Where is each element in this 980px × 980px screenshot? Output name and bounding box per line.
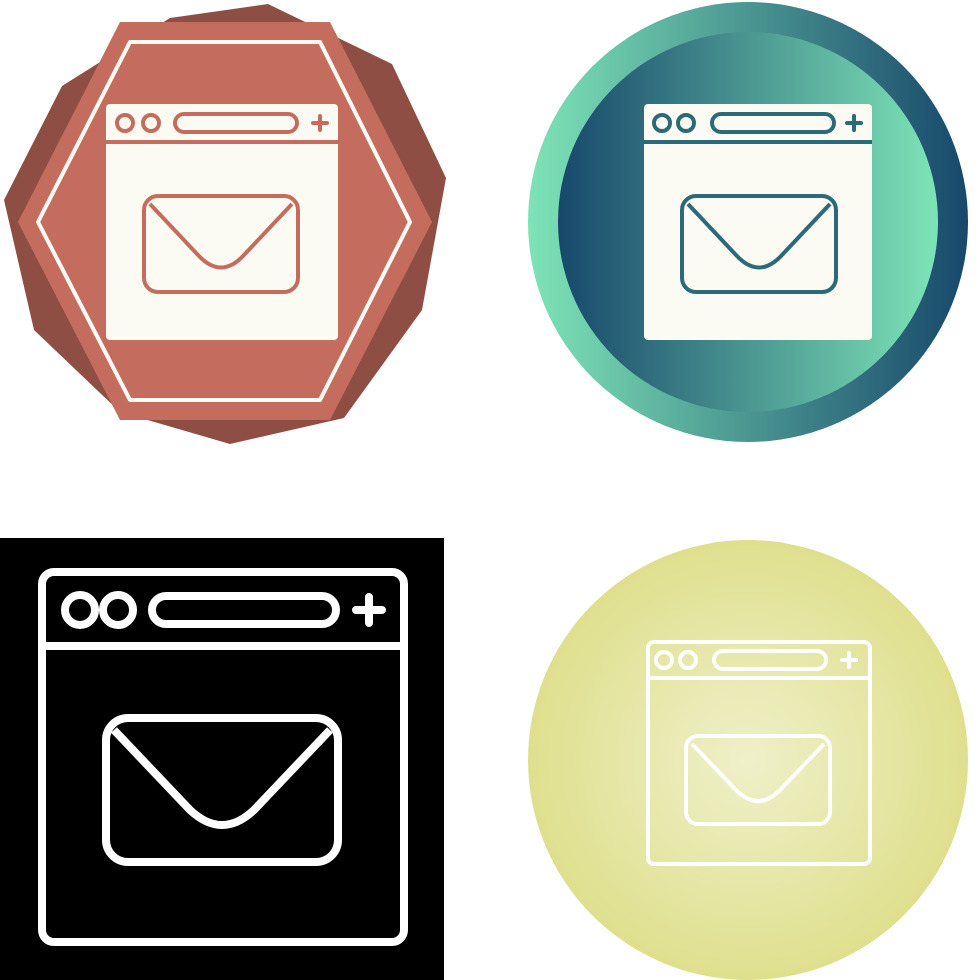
icon-variant-gradient-circle [490, 0, 980, 490]
background-circle [528, 540, 968, 980]
icon-variant-line-circle [490, 490, 980, 980]
browser-mail-line-icon [528, 540, 968, 980]
icon-variant-badge [0, 0, 490, 490]
browser-mail-badge-icon [4, 4, 446, 444]
browser-window-icon [644, 104, 872, 340]
icon-variant-glyph [0, 490, 490, 980]
browser-mail-circle-icon [528, 2, 968, 442]
browser-mail-glyph-icon [0, 538, 444, 980]
browser-window-icon [106, 104, 338, 340]
